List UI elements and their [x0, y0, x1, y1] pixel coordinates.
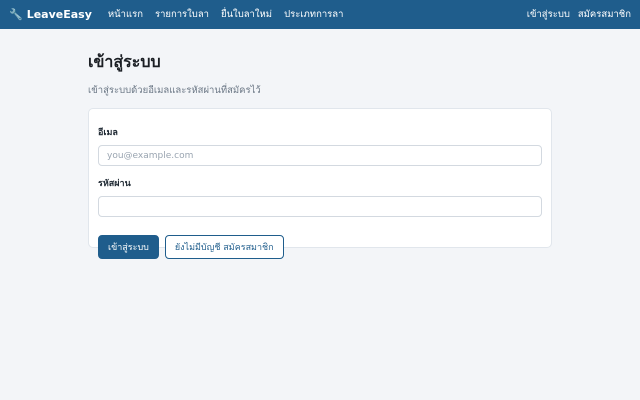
nav-link-home[interactable]: หน้าแรก	[108, 7, 143, 22]
nav-auth-links: เข้าสู่ระบบ สมัครสมาชิก	[527, 7, 631, 22]
nav-register-link[interactable]: สมัครสมาชิก	[578, 7, 631, 22]
main-content: เข้าสู่ระบบ เข้าสู่ระบบด้วยอีเมลและรหัสผ…	[88, 50, 552, 259]
password-input[interactable]	[98, 196, 542, 217]
login-button[interactable]: เข้าสู่ระบบ	[98, 235, 159, 259]
nav-link-leave-list[interactable]: รายการใบลา	[155, 7, 209, 22]
brand[interactable]: 🔧 LeaveEasy	[9, 8, 92, 21]
email-input[interactable]	[98, 145, 542, 166]
nav-link-new-leave[interactable]: ยื่นใบลาใหม่	[221, 7, 272, 22]
email-label: อีเมล	[98, 128, 118, 138]
page-subtitle: เข้าสู่ระบบด้วยอีเมลและรหัสผ่านที่สมัครไ…	[88, 85, 261, 96]
password-label: รหัสผ่าน	[98, 179, 131, 189]
form-actions: เข้าสู่ระบบ ยังไม่มีบัญชี สมัครสมาชิก	[98, 235, 542, 259]
brand-name: LeaveEasy	[26, 8, 92, 21]
nav-login-link[interactable]: เข้าสู่ระบบ	[527, 7, 570, 22]
login-card: อีเมล รหัสผ่าน เข้าสู่ระบบ ยังไม่มีบัญชี…	[88, 108, 552, 259]
wrench-icon: 🔧	[9, 8, 23, 21]
register-button[interactable]: ยังไม่มีบัญชี สมัครสมาชิก	[164, 235, 284, 259]
page-title: เข้าสู่ระบบ	[88, 52, 161, 71]
top-navbar: 🔧 LeaveEasy หน้าแรก รายการใบลา ยื่นใบลาใ…	[0, 0, 640, 29]
nav-links: หน้าแรก รายการใบลา ยื่นใบลาใหม่ ประเภทกา…	[108, 7, 527, 22]
nav-link-leave-types[interactable]: ประเภทการลา	[284, 7, 343, 22]
